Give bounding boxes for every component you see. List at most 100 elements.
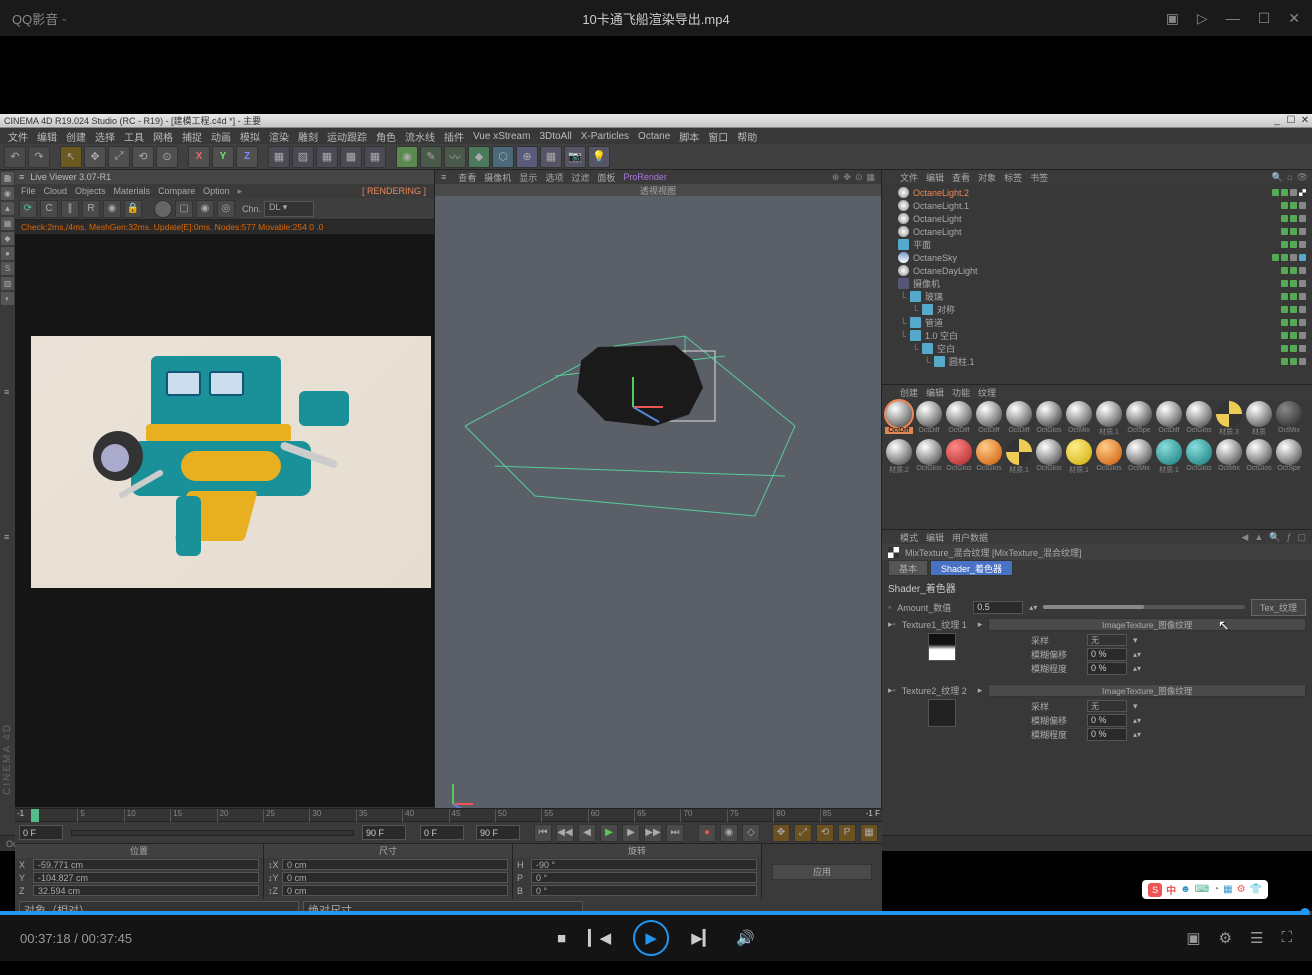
tl-start-field[interactable]: 0 F <box>19 825 63 840</box>
object-row[interactable]: └管道 <box>882 316 1312 329</box>
material-manager-menu[interactable]: ≡创建编辑功能纹理 <box>882 385 1312 399</box>
material-item[interactable]: OctDiff <box>1004 401 1034 439</box>
attr-new[interactable]: ▢ <box>1297 532 1306 543</box>
material-item[interactable]: OctGlos <box>1184 439 1214 477</box>
settings-icon[interactable]: ⚙ <box>1219 929 1232 947</box>
attr-up[interactable]: ▲ <box>1254 532 1263 543</box>
amount-input[interactable] <box>973 601 1023 614</box>
menu-item[interactable]: 文件 <box>8 129 28 144</box>
material-item[interactable]: OctDiff <box>974 401 1004 439</box>
menu-item[interactable]: 角色 <box>376 129 396 144</box>
menu-item[interactable]: File <box>21 186 36 196</box>
lv-channel-dropdown[interactable]: DL ▾ <box>264 201 314 217</box>
player-app-name[interactable]: QQ影音 <box>12 9 58 28</box>
maximize-icon[interactable]: ☐ <box>1258 10 1271 27</box>
mode-icon[interactable]: ▥ <box>1 277 14 290</box>
tl-next-frame[interactable]: ▶ <box>622 824 640 842</box>
picture-viewer-button[interactable]: ▩ <box>340 146 362 168</box>
object-row[interactable]: OctaneDayLight <box>882 264 1312 277</box>
menu-item[interactable]: X-Particles <box>581 131 629 142</box>
material-item[interactable]: OctDiff <box>914 401 944 439</box>
lv-refresh-button[interactable]: ⟳ <box>19 200 37 218</box>
size-y-input[interactable]: 0 cm <box>282 872 508 883</box>
mode-icon[interactable]: ▦ <box>1 217 14 230</box>
close-icon[interactable]: ✕ <box>1288 10 1300 27</box>
menu-item[interactable]: 3DtoAll <box>539 131 571 142</box>
play-button[interactable]: ▶ <box>633 920 669 956</box>
size-x-input[interactable]: 0 cm <box>282 859 508 870</box>
render-queue-button[interactable]: ▦ <box>364 146 386 168</box>
vp-nav-icon[interactable]: ▦ <box>866 172 875 183</box>
attribute-manager-menu[interactable]: ≡模式编辑用户数据◀▲🔍ƒ▢ <box>882 530 1312 544</box>
tl-goto-start[interactable]: ⏮ <box>534 824 552 842</box>
material-item[interactable]: OctMix <box>1214 439 1244 477</box>
minimize-icon[interactable]: — <box>1226 10 1240 27</box>
object-row[interactable]: └1.0 空白 <box>882 329 1312 342</box>
tl-end-field[interactable]: 90 F <box>476 825 520 840</box>
menu-item[interactable]: 文件 <box>900 171 918 184</box>
menu-item[interactable]: 用户数据 <box>952 531 988 544</box>
material-item[interactable]: OctGlos <box>944 439 974 477</box>
tex-button[interactable]: Tex_纹理 <box>1251 599 1306 616</box>
mode-icon[interactable]: ▲ <box>1 202 14 215</box>
object-row[interactable]: └对称 <box>882 303 1312 316</box>
material-item[interactable]: OctGlos <box>1034 401 1064 439</box>
menu-item[interactable]: 选项 <box>545 171 563 184</box>
move-tool[interactable]: ✥ <box>84 146 106 168</box>
menu-item[interactable]: 书签 <box>1030 171 1048 184</box>
menu-item[interactable]: 查看 <box>952 171 970 184</box>
material-grid[interactable]: OctDiffOctDiffOctDiffOctDiffOctDiffOctGl… <box>882 399 1312 529</box>
attr-search[interactable]: 🔍 <box>1269 532 1280 543</box>
menu-item[interactable]: 脚本 <box>679 129 699 144</box>
material-item[interactable]: OctSpe <box>1274 439 1304 477</box>
mode-icon[interactable]: ◐ <box>1 292 14 305</box>
tl-current-field[interactable]: 0 F <box>420 825 464 840</box>
environment-button[interactable]: ⊕ <box>516 146 538 168</box>
render-settings-button[interactable]: ▦ <box>316 146 338 168</box>
menu-item[interactable]: 捕捉 <box>182 129 202 144</box>
blur-offset2-input[interactable] <box>1087 714 1127 727</box>
menu-item[interactable]: 查看 <box>458 171 476 184</box>
menu-item[interactable]: 流水线 <box>405 129 435 144</box>
material-item[interactable]: OctGlos <box>1034 439 1064 477</box>
menu-item[interactable]: 纹理 <box>978 386 996 399</box>
pos-y-input[interactable]: -104.827 cm <box>33 872 259 883</box>
tl-key-rot[interactable]: ⟲ <box>816 824 834 842</box>
tl-key-pos[interactable]: ✥ <box>772 824 790 842</box>
texture1-bar[interactable]: ImageTexture_图像纹理 <box>988 618 1306 631</box>
material-item[interactable]: OctSpe <box>1124 401 1154 439</box>
tl-range-field[interactable]: 90 F <box>362 825 406 840</box>
menu-item[interactable]: 网格 <box>153 129 173 144</box>
lv-sphere-button[interactable] <box>154 200 172 218</box>
redo-button[interactable]: ↷ <box>28 146 50 168</box>
object-row[interactable]: OctaneLight.2 <box>882 186 1312 199</box>
sample1-dropdown[interactable]: 无 <box>1087 634 1127 646</box>
axis-y-toggle[interactable]: Y <box>212 146 234 168</box>
tl-record-button[interactable]: ● <box>698 824 716 842</box>
render-region-button[interactable]: ▨ <box>292 146 314 168</box>
deformer-button[interactable]: ⬡ <box>492 146 514 168</box>
menu-item[interactable]: 摄像机 <box>484 171 511 184</box>
playlist-icon[interactable]: ☰ <box>1250 929 1263 947</box>
search-icon[interactable]: 🔍 <box>1272 172 1283 183</box>
size-z-input[interactable]: 0 cm <box>282 885 508 896</box>
material-item[interactable]: OctMix <box>1274 401 1304 439</box>
menu-item[interactable]: 帮助 <box>737 129 757 144</box>
menu-item[interactable]: 对象 <box>978 171 996 184</box>
material-item[interactable]: OctMix <box>1124 439 1154 477</box>
c4d-main-menu[interactable]: 文件编辑创建选择工具网格捕捉动画模拟渲染雕刻运动跟踪角色流水线插件Vue xSt… <box>0 128 1312 144</box>
filter-icon[interactable]: ⌂ <box>1287 172 1292 183</box>
lv-channel-button[interactable]: ▢ <box>175 200 193 218</box>
timeline-ruler[interactable]: 0510152025303540455055606570758085 -1 -1… <box>15 808 882 821</box>
menu-item[interactable]: 过滤 <box>571 171 589 184</box>
menu-item[interactable]: 标签 <box>1004 171 1022 184</box>
menu-item[interactable]: Materials <box>114 186 151 196</box>
axis-z-toggle[interactable]: Z <box>236 146 258 168</box>
recent-tool[interactable]: ⊙ <box>156 146 178 168</box>
menu-item[interactable]: Octane <box>638 131 670 142</box>
menu-item[interactable]: 创建 <box>900 386 918 399</box>
lv-focus-button[interactable]: ◎ <box>217 200 235 218</box>
material-item[interactable]: 材质.1 <box>1094 401 1124 439</box>
dropdown-icon[interactable]: ⌄ <box>60 13 68 24</box>
timeline-playhead[interactable] <box>31 809 39 822</box>
